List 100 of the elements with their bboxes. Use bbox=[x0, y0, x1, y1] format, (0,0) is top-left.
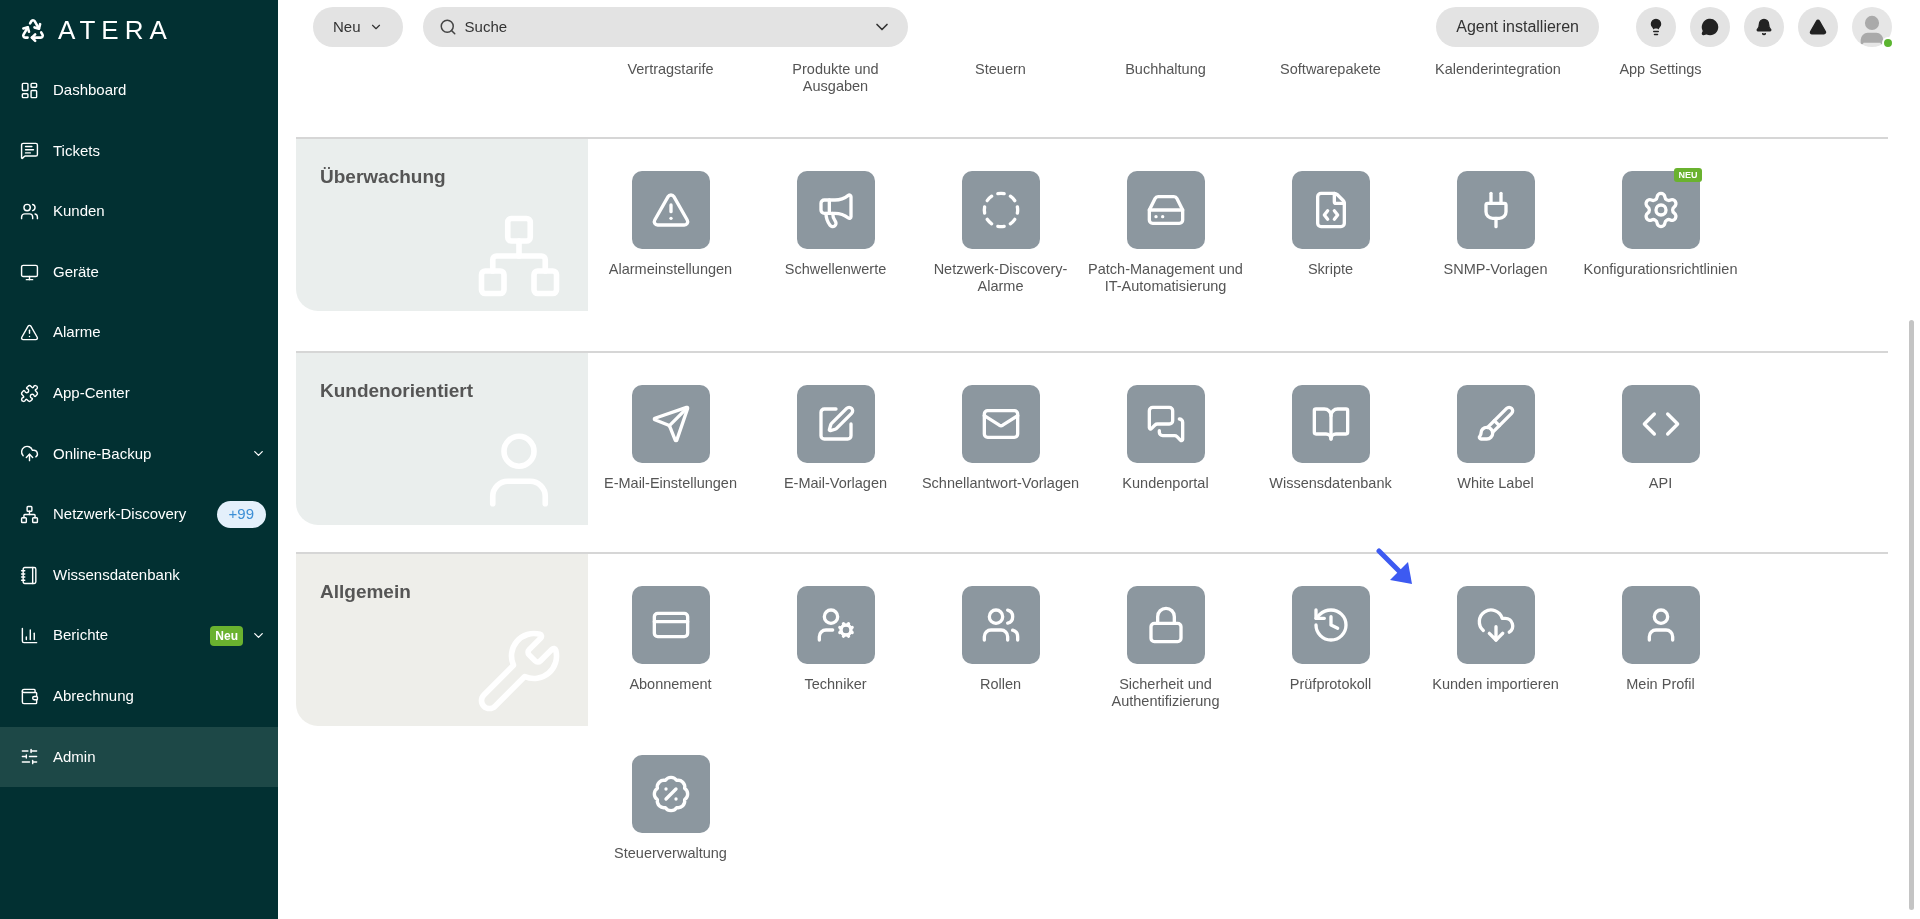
admin-link[interactable]: Produkte und Ausgaben bbox=[753, 54, 918, 137]
tile-label: SNMP-Vorlagen bbox=[1443, 261, 1548, 278]
logo[interactable]: ATERA bbox=[58, 10, 173, 50]
sidebar-item[interactable]: Online-Backup bbox=[0, 423, 278, 485]
warning-icon bbox=[1809, 18, 1827, 36]
tile-label: Abonnement bbox=[629, 676, 712, 693]
sidebar-item[interactable]: App-Center bbox=[0, 362, 278, 424]
admin-tile[interactable]: Kunden importieren bbox=[1413, 554, 1578, 723]
percent-icon bbox=[650, 774, 691, 814]
admin-link[interactable]: Kalenderintegration bbox=[1413, 54, 1578, 137]
admin-tile[interactable]: Kundenportal bbox=[1083, 353, 1248, 522]
avatar[interactable] bbox=[1852, 7, 1892, 47]
admin-tile[interactable]: Alarmeinstellungen bbox=[588, 139, 753, 308]
sidebar-label: Abrechnung bbox=[53, 686, 135, 706]
user-wrench-icon bbox=[815, 605, 856, 645]
admin-tile[interactable]: White Label bbox=[1413, 353, 1578, 522]
sidebar-item[interactable]: Wissensdatenbank bbox=[0, 544, 278, 606]
tile-label: Steuerverwaltung bbox=[614, 845, 727, 862]
sidebar-item[interactable]: Admin bbox=[0, 726, 278, 788]
admin-link[interactable]: Softwarepakete bbox=[1248, 54, 1413, 137]
admin-link[interactable]: Buchhaltung bbox=[1083, 54, 1248, 137]
network-icon bbox=[20, 504, 39, 524]
dashed-circle-icon bbox=[980, 190, 1021, 230]
sidebar-item[interactable]: Berichte Neu bbox=[0, 605, 278, 666]
admin-tile[interactable]: Techniker bbox=[753, 554, 918, 723]
sidebar-item[interactable]: Kunden bbox=[0, 181, 278, 242]
tile-label: Wissensdatenbank bbox=[1269, 475, 1392, 492]
admin-tile[interactable]: Prüfprotokoll bbox=[1248, 554, 1413, 723]
sidebar-item[interactable]: Tickets bbox=[0, 120, 278, 182]
admin-tile[interactable]: Schwellenwerte bbox=[753, 139, 918, 308]
sidebar-item[interactable]: Netzwerk-Discovery +99 bbox=[0, 484, 278, 545]
admin-tile[interactable]: Skripte bbox=[1248, 139, 1413, 308]
sidebar-label: Dashboard bbox=[53, 80, 128, 101]
search-field[interactable]: Suche bbox=[422, 7, 908, 47]
chat-icon bbox=[20, 141, 39, 161]
bar-chart-icon bbox=[20, 626, 39, 646]
admin-link[interactable]: Steuern bbox=[918, 54, 1083, 137]
tile-label: Sicherheit und Authentifizierung bbox=[1110, 676, 1221, 710]
admin-tile[interactable]: Steuerverwaltung bbox=[588, 723, 753, 892]
sidebar-label: Berichte bbox=[53, 625, 110, 646]
admin-link[interactable]: Vertragstarife bbox=[588, 54, 753, 137]
admin-tile[interactable]: Sicherheit und Authentifizierung bbox=[1083, 554, 1248, 723]
admin-tile[interactable]: Mein Profil bbox=[1578, 554, 1743, 723]
admin-tile[interactable]: E-Mail-Vorlagen bbox=[753, 353, 918, 522]
notifications-button[interactable] bbox=[1744, 7, 1784, 47]
admin-tile[interactable]: Rollen bbox=[918, 554, 1083, 723]
tile-label: Patch-Management und IT-Automatisierung bbox=[1087, 261, 1244, 295]
cloud-upload-icon bbox=[20, 444, 39, 464]
sidebar-label: Kunden bbox=[53, 201, 106, 222]
tile-label: Skripte bbox=[1307, 261, 1354, 278]
wallet-icon bbox=[20, 686, 39, 706]
tile-label: Kundenportal bbox=[1122, 475, 1209, 492]
warning-icon bbox=[20, 323, 39, 343]
cloud-download-icon bbox=[1475, 605, 1516, 645]
dashboard-icon bbox=[20, 80, 39, 100]
chat-button[interactable] bbox=[1690, 7, 1730, 47]
admin-tile[interactable]: E-Mail-Einstellungen bbox=[588, 353, 753, 522]
tile-label: Prüfprotokoll bbox=[1289, 676, 1372, 693]
sidebar-label: Online-Backup bbox=[53, 443, 153, 464]
sidebar-item[interactable]: Dashboard bbox=[0, 60, 278, 121]
brush-icon bbox=[1475, 404, 1516, 444]
search-input[interactable]: Suche bbox=[464, 15, 864, 39]
admin-tile[interactable]: NEU Konfigurationsrichtlinien bbox=[1578, 139, 1743, 308]
tile-label: Techniker bbox=[804, 676, 867, 693]
admin-tile[interactable]: Patch-Management und IT-Automatisierung bbox=[1083, 139, 1248, 308]
new-button[interactable]: Neu bbox=[313, 7, 403, 47]
agent-install-button[interactable]: Agent installieren bbox=[1436, 7, 1599, 47]
chat-icon bbox=[1701, 18, 1719, 36]
puzzle-icon bbox=[20, 383, 39, 403]
warning-button[interactable] bbox=[1798, 7, 1838, 47]
sidebar-label: Netzwerk-Discovery bbox=[53, 504, 188, 525]
tile-label: Konfigurationsrichtlinien bbox=[1583, 261, 1738, 278]
chat-bubbles-icon bbox=[1145, 404, 1186, 444]
users-icon bbox=[980, 605, 1021, 645]
tile-label: Mein Profil bbox=[1626, 676, 1695, 693]
sidebar-item[interactable]: Alarme bbox=[0, 302, 278, 363]
paper-plane-icon bbox=[650, 404, 691, 444]
tile-label: Kunden importieren bbox=[1432, 676, 1559, 693]
sidebar-item[interactable]: Geräte bbox=[0, 241, 278, 303]
admin-tile[interactable]: Netzwerk-Discovery-Alarme bbox=[918, 139, 1083, 308]
admin-tile[interactable]: Abonnement bbox=[588, 554, 753, 723]
sidebar-label: Tickets bbox=[53, 140, 101, 161]
new-badge: Neu bbox=[210, 625, 243, 646]
admin-tile[interactable]: API bbox=[1578, 353, 1743, 522]
tile-label: Schnellantwort-Vorlagen bbox=[921, 475, 1080, 492]
tile-label: API bbox=[1648, 475, 1673, 492]
logo-icon bbox=[20, 17, 46, 43]
sidebar-label: Admin bbox=[53, 746, 97, 767]
tile-label: E-Mail-Einstellungen bbox=[604, 475, 737, 492]
admin-link[interactable]: App Settings bbox=[1578, 54, 1743, 137]
admin-tile[interactable]: Schnellantwort-Vorlagen bbox=[918, 353, 1083, 522]
scrollbar[interactable] bbox=[1909, 320, 1914, 910]
sidebar-label: App-Center bbox=[53, 383, 131, 403]
sidebar-item[interactable]: Abrechnung bbox=[0, 665, 278, 727]
users-icon bbox=[20, 202, 39, 221]
admin-tile[interactable]: Wissensdatenbank bbox=[1248, 353, 1413, 522]
lightbulb-button[interactable] bbox=[1636, 7, 1676, 47]
tile-label: Rollen bbox=[979, 676, 1022, 693]
admin-tile[interactable]: SNMP-Vorlagen bbox=[1413, 139, 1578, 308]
sidebar-label: Wissensdatenbank bbox=[53, 564, 181, 585]
